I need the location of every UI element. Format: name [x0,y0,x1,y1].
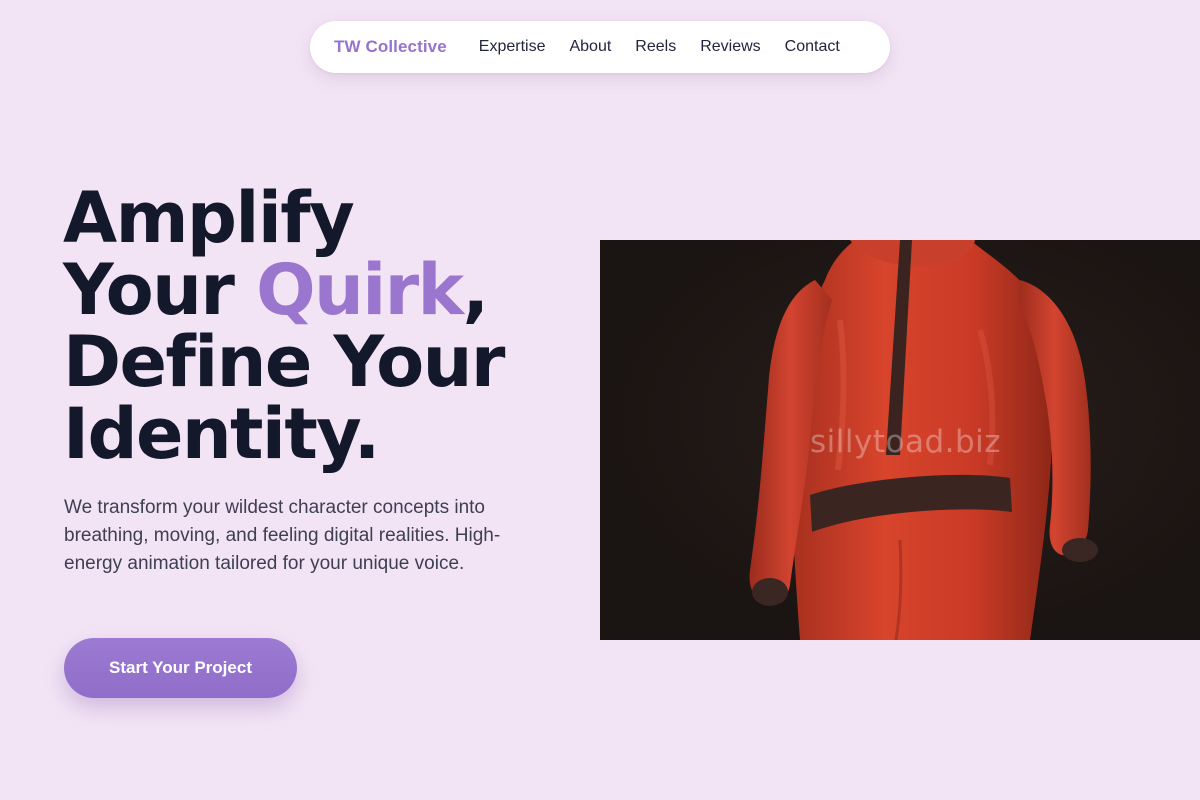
hero-title-line-3: Define Your [63,321,505,403]
brand-logo[interactable]: TW Collective [334,37,447,57]
hero-title-line-1: Amplify [63,177,355,259]
start-project-button[interactable]: Start Your Project [64,638,297,698]
hero-title: Amplify Your Quirk, Define Your Identity… [63,182,583,470]
nav-link-expertise[interactable]: Expertise [479,38,546,56]
nav-link-contact[interactable]: Contact [785,38,840,56]
hero-title-line-4: Identity. [63,393,380,475]
hero-title-line-2-post: , [462,249,490,331]
hero-title-line-2-pre: Your [63,249,257,331]
nav-link-about[interactable]: About [569,38,611,56]
nav-link-reviews[interactable]: Reviews [700,38,760,56]
nav-link-reels[interactable]: Reels [635,38,676,56]
nav-links: Expertise About Reels Reviews Contact [479,38,840,56]
hero-image: sillytoad.biz [600,240,1200,640]
top-nav: TW Collective Expertise About Reels Revi… [310,21,890,73]
hero-description: We transform your wildest character conc… [64,497,501,574]
hero-title-accent: Quirk [256,249,464,331]
image-watermark: sillytoad.biz [810,424,1002,460]
